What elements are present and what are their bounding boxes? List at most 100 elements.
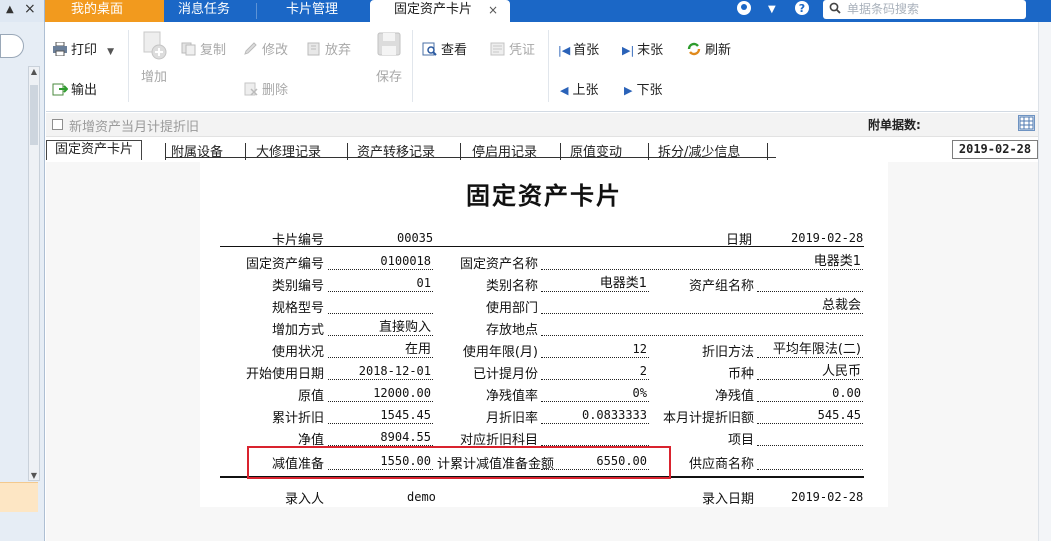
asset-code-field[interactable]: 0100018 [328, 254, 433, 270]
subtab-split-reduce[interactable]: 拆分/减少信息 [658, 141, 740, 160]
print-button[interactable]: 打印 ▼ [52, 39, 114, 58]
voucher-button[interactable]: 凭证 [490, 39, 535, 58]
first-card-button[interactable]: |◀ 首张 [558, 39, 599, 58]
previous-card-button[interactable]: ◀ 上张 [560, 79, 598, 98]
search-placeholder: 单据条码搜索 [847, 2, 920, 16]
nav-scrollbar[interactable]: ▲ ▼ [28, 66, 40, 481]
category-name-field[interactable]: 电器类1 [541, 276, 649, 292]
new-asset-depreciation-checkbox[interactable] [52, 119, 63, 130]
salvage-rate-field[interactable]: 0% [541, 386, 649, 402]
collapse-icon[interactable]: ▲ [6, 4, 14, 15]
salvage-value-field[interactable]: 0.00 [757, 386, 863, 402]
spec-field[interactable] [328, 298, 433, 314]
asset-group-field[interactable] [757, 276, 863, 292]
subtab-asset-transfer[interactable]: 资产转移记录 [357, 141, 435, 160]
dep-account-field[interactable] [541, 430, 649, 446]
status-label: 使用状况 [271, 345, 324, 360]
new-asset-depreciation-label: 新增资产当月计提折旧 [69, 120, 200, 135]
delete-button[interactable]: 删除 [243, 79, 288, 98]
abandon-button[interactable]: 放弃 [306, 39, 351, 58]
location-label: 存放地点 [485, 323, 538, 338]
add-icon [143, 31, 167, 60]
original-value-field[interactable]: 12000.00 [328, 386, 433, 402]
dep-method-field[interactable]: 平均年限法(二) [757, 342, 863, 358]
monthly-rate-field[interactable]: 0.0833333 [541, 408, 649, 424]
voucher-icon [490, 42, 505, 56]
add-button[interactable]: 增加 [134, 30, 174, 85]
asset-name-label: 固定资产名称 [459, 257, 538, 272]
department-label: 使用部门 [485, 301, 538, 316]
nav-search-field[interactable] [0, 34, 24, 58]
user-icon[interactable] [736, 0, 752, 20]
save-button[interactable]: 保存 [371, 30, 407, 85]
subtab-major-repair[interactable]: 大修理记录 [256, 141, 321, 160]
category-code-field[interactable]: 01 [328, 276, 433, 292]
entered-by-label: 录入人 [284, 492, 324, 507]
currency-field[interactable]: 人民币 [757, 364, 863, 380]
tab-card-management[interactable]: 卡片管理 [256, 0, 370, 22]
status-field[interactable]: 在用 [328, 342, 433, 358]
refresh-button[interactable]: 刷新 [686, 39, 731, 58]
next-icon: ▶ [624, 84, 633, 97]
department-field[interactable]: 总裁会 [541, 298, 863, 314]
card-header-rule [220, 246, 864, 247]
months-label: 已计提月份 [472, 367, 538, 382]
supplier-field[interactable] [757, 454, 863, 470]
asset-name-field[interactable]: 电器类1 [541, 254, 863, 270]
accumulated-depreciation-label: 累计折旧 [271, 411, 324, 426]
search-input[interactable]: 单据条码搜索 [823, 0, 1026, 19]
add-method-field[interactable]: 直接购入 [328, 320, 433, 336]
copy-button[interactable]: 复制 [181, 39, 226, 58]
record-date-field[interactable]: 2019-02-28 [952, 140, 1038, 159]
tab-fixed-asset-card[interactable]: 固定资产卡片 × [370, 0, 510, 22]
card-subtabs: 固定资产卡片 附属设备 大修理记录 资产转移记录 停启用记录 原值变动 拆分/减… [46, 138, 1038, 162]
print-dropdown-icon[interactable]: ▼ [107, 47, 114, 57]
salvage-rate-label: 净残值率 [485, 389, 538, 404]
export-button[interactable]: 输出 [52, 79, 97, 98]
net-value-field[interactable]: 8904.55 [328, 430, 433, 446]
dropdown-icon[interactable]: ▼ [768, 0, 776, 20]
category-name-label: 类别名称 [485, 279, 538, 294]
scroll-up-icon[interactable]: ▲ [29, 67, 39, 76]
modify-button[interactable]: 修改 [243, 39, 288, 58]
tab-messages[interactable]: 消息任务 [164, 0, 256, 22]
refresh-icon [687, 42, 701, 56]
previous-icon: ◀ [560, 84, 569, 97]
close-icon[interactable]: × [24, 1, 36, 17]
subtab-divider [648, 143, 649, 160]
start-date-field[interactable]: 2018-12-01 [328, 364, 433, 380]
next-card-button[interactable]: ▶ 下张 [624, 79, 662, 98]
scroll-down-icon[interactable]: ▼ [29, 471, 39, 480]
project-label: 项目 [727, 433, 754, 448]
toolbar: 打印 ▼ 输出 增加 复制 修改 放弃 删除 保存 查看 凭证 |◀ 首张 ▶| 末… [46, 22, 1051, 112]
subtab-stop-start[interactable]: 停启用记录 [472, 141, 537, 160]
start-date-label: 开始使用日期 [245, 367, 324, 382]
subtab-value-change[interactable]: 原值变动 [570, 141, 622, 160]
scroll-thumb[interactable] [30, 85, 38, 145]
help-icon[interactable]: ? [794, 0, 810, 20]
project-field[interactable] [757, 430, 863, 446]
last-icon: ▶| [622, 44, 635, 57]
toolbar-separator [548, 30, 549, 102]
spec-label: 规格型号 [271, 301, 324, 316]
accumulated-depreciation-field[interactable]: 1545.45 [328, 408, 433, 424]
subtab-divider [347, 143, 348, 160]
options-row: 新增资产当月计提折旧 附单据数: [46, 113, 1038, 137]
view-button[interactable]: 查看 [422, 39, 467, 58]
last-card-button[interactable]: ▶| 末张 [622, 39, 663, 58]
table-grid-icon[interactable] [1018, 115, 1035, 131]
monthly-depreciation-field[interactable]: 545.45 [757, 408, 863, 424]
export-icon [52, 83, 68, 96]
months-field[interactable]: 2 [541, 364, 649, 380]
location-field[interactable] [541, 320, 863, 336]
subtab-attached-equipment[interactable]: 附属设备 [171, 141, 223, 160]
nav-selected-item[interactable] [0, 482, 38, 512]
tab-my-desktop[interactable]: 我的桌面 [45, 0, 164, 22]
subtab-fixed-asset-card[interactable]: 固定资产卡片 [46, 140, 143, 160]
subtab-divider [767, 143, 768, 160]
right-scrollbar[interactable] [1038, 22, 1051, 541]
life-field[interactable]: 12 [541, 342, 649, 358]
close-tab-icon[interactable]: × [488, 0, 498, 20]
printer-icon [53, 42, 67, 56]
highlight-box [247, 446, 671, 479]
